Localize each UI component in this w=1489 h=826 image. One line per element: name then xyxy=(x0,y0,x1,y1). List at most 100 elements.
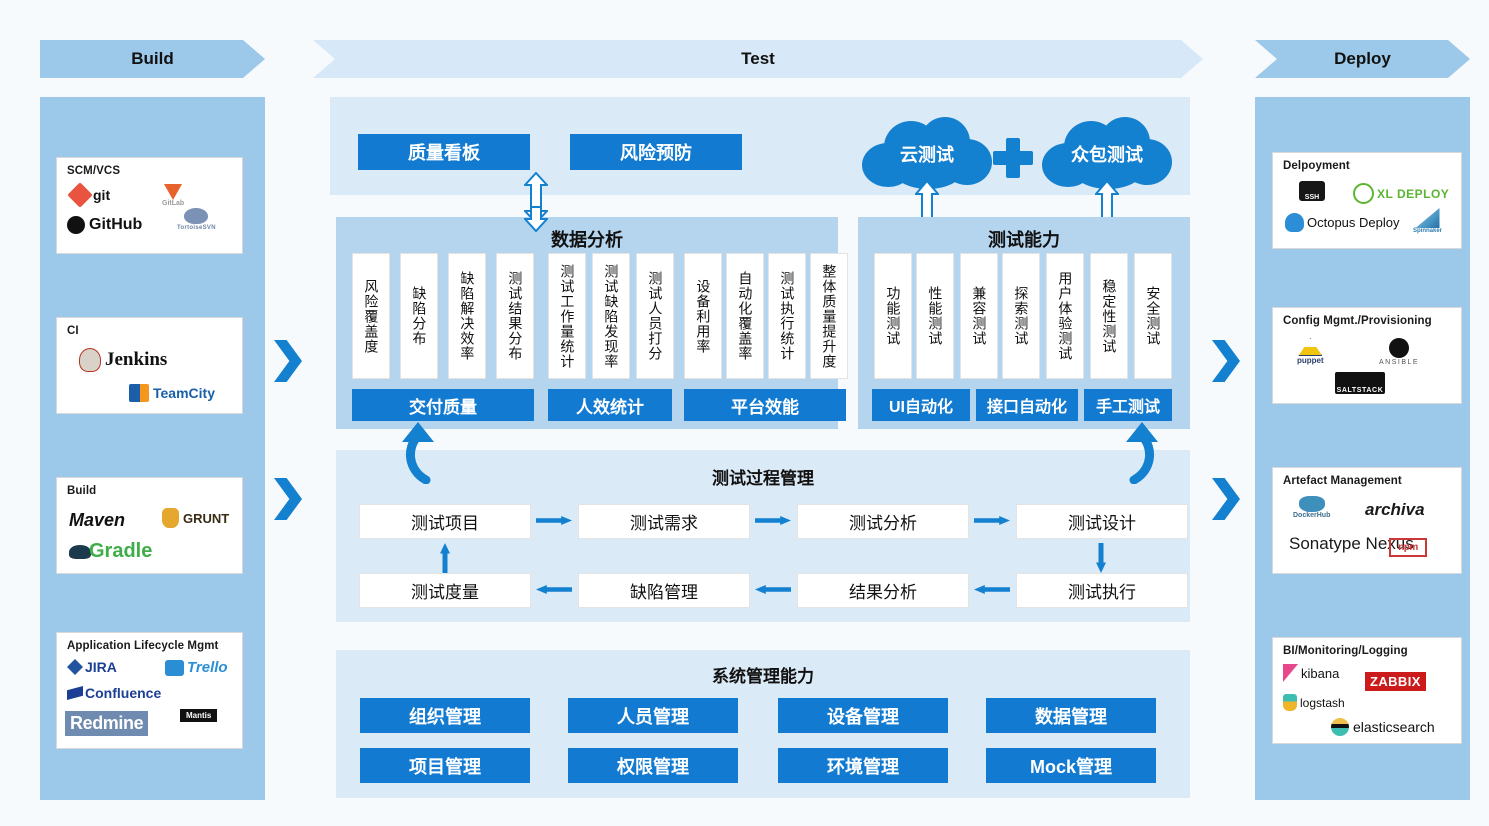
process-box-test-measurement[interactable]: 测试度量 xyxy=(359,573,531,608)
data-item-defect-distribution[interactable]: 缺陷分布 xyxy=(400,253,438,379)
logo-jira: JIRA xyxy=(67,659,117,675)
data-item-risk-coverage[interactable]: 风险覆盖度 xyxy=(352,253,390,379)
logo-npm: npm xyxy=(1389,538,1427,557)
tortoise-icon xyxy=(184,208,209,224)
box-label: 测试设计 xyxy=(1068,514,1136,533)
jenkins-icon xyxy=(79,348,101,372)
logo-label: Gradle xyxy=(89,540,153,562)
tool-card-artefact-mgmt: Artefact Management DockerHub archiva So… xyxy=(1272,467,1462,574)
confluence-icon xyxy=(67,686,83,700)
data-item-automation-coverage[interactable]: 自动化覆盖率 xyxy=(726,253,764,379)
logo-git: git xyxy=(67,182,111,208)
data-item-defect-discovery-rate[interactable]: 测试缺陷发现率 xyxy=(592,253,630,379)
logo-label: Maven xyxy=(69,510,126,530)
puppet-icon xyxy=(1298,338,1323,356)
sysmgmt-box-environment[interactable]: 环境管理 xyxy=(778,748,948,783)
logo-puppet: puppet xyxy=(1297,338,1324,365)
group-manual-testing[interactable]: 手工测试 xyxy=(1084,389,1172,421)
logo-label: SSH xyxy=(1304,194,1320,201)
data-item-test-result-distribution[interactable]: 测试结果分布 xyxy=(496,253,534,379)
data-item-defect-resolution-efficiency[interactable]: 缺陷解决效率 xyxy=(448,253,486,379)
box-label: 组织管理 xyxy=(409,706,481,727)
tool-card-caption: Application Lifecycle Mgmt xyxy=(67,640,219,652)
grunt-icon xyxy=(162,508,179,528)
logo-label: JIRA xyxy=(85,659,117,675)
banner-build: Build xyxy=(40,40,265,78)
box-risk-prevention[interactable]: 风险预防 xyxy=(570,134,742,170)
capability-item-compatibility-testing[interactable]: 兼容测试 xyxy=(960,253,998,379)
box-quality-board[interactable]: 质量看板 xyxy=(358,134,530,170)
data-item-test-workload-statistics[interactable]: 测试工作量统计 xyxy=(548,253,586,379)
item-label: 用户体验测试 xyxy=(1057,271,1074,361)
group-label: 接口自动化 xyxy=(986,399,1067,416)
logo-elasticsearch: elasticsearch xyxy=(1331,718,1435,736)
logo-grunt: GRUNT xyxy=(162,508,229,528)
box-label: Mock管理 xyxy=(1029,756,1112,777)
group-label: UI自动化 xyxy=(888,399,953,416)
item-label: 兼容测试 xyxy=(971,286,988,346)
process-box-defect-management[interactable]: 缺陷管理 xyxy=(578,573,750,608)
box-label: 数据管理 xyxy=(1035,706,1107,727)
sysmgmt-box-permission[interactable]: 权限管理 xyxy=(568,748,738,783)
sysmgmt-box-personnel[interactable]: 人员管理 xyxy=(568,698,738,733)
box-label: 测试项目 xyxy=(411,514,479,533)
arrow-down-data-analysis xyxy=(524,206,548,232)
logo-mantis: Mantis xyxy=(180,709,218,723)
logo-gitlab: GitLab xyxy=(162,184,184,207)
item-label: 测试结果分布 xyxy=(507,271,524,361)
logo-label: Octopus Deploy xyxy=(1307,215,1400,230)
chevron-test-to-deploy-1 xyxy=(1212,340,1240,382)
item-label: 缺陷分布 xyxy=(411,286,428,346)
sysmgmt-box-organization[interactable]: 组织管理 xyxy=(360,698,530,733)
xl-deploy-icon xyxy=(1353,183,1374,204)
data-analysis-title: 数据分析 xyxy=(551,230,623,250)
process-box-test-design[interactable]: 测试设计 xyxy=(1016,504,1188,539)
group-delivery-quality[interactable]: 交付质量 xyxy=(352,389,534,421)
data-item-test-execution-statistics[interactable]: 测试执行统计 xyxy=(768,253,806,379)
group-api-automation[interactable]: 接口自动化 xyxy=(976,389,1078,421)
logo-label: Spinnaker xyxy=(1413,228,1443,234)
capability-item-exploratory-testing[interactable]: 探索测试 xyxy=(1002,253,1040,379)
capability-item-performance-testing[interactable]: 性能测试 xyxy=(916,253,954,379)
teamcity-icon xyxy=(129,384,149,402)
process-box-result-analysis[interactable]: 结果分析 xyxy=(797,573,969,608)
tool-card-caption: BI/Monitoring/Logging xyxy=(1283,645,1408,657)
trello-icon xyxy=(165,659,184,676)
ansible-icon xyxy=(1389,338,1410,358)
tool-card-config-mgmt: Config Mgmt./Provisioning puppet ANSIBLE… xyxy=(1272,307,1462,404)
system-management-title: 系统管理能力 xyxy=(712,667,814,686)
process-management-title: 测试过程管理 xyxy=(712,469,814,488)
sysmgmt-box-mock[interactable]: Mock管理 xyxy=(986,748,1156,783)
cloud-label: 众包测试 xyxy=(1071,145,1143,165)
sysmgmt-box-data[interactable]: 数据管理 xyxy=(986,698,1156,733)
group-ui-automation[interactable]: UI自动化 xyxy=(872,389,970,421)
capability-item-user-experience-testing[interactable]: 用户体验测试 xyxy=(1046,253,1084,379)
process-box-test-execution[interactable]: 测试执行 xyxy=(1016,573,1188,608)
process-box-test-analysis[interactable]: 测试分析 xyxy=(797,504,969,539)
group-efficiency-statistics[interactable]: 人效统计 xyxy=(548,389,672,421)
sysmgmt-box-device[interactable]: 设备管理 xyxy=(778,698,948,733)
box-label: 测试需求 xyxy=(630,514,698,533)
logo-label: XL DEPLOY xyxy=(1377,186,1450,201)
logo-spinnaker: Spinnaker xyxy=(1413,208,1442,234)
group-label: 人效统计 xyxy=(576,397,644,417)
npm-icon: npm xyxy=(1389,538,1427,557)
logo-gradle: Gradle xyxy=(69,540,152,563)
sysmgmt-box-project[interactable]: 项目管理 xyxy=(360,748,530,783)
data-item-overall-quality-improvement[interactable]: 整体质量提升度 xyxy=(810,253,848,379)
process-box-test-project[interactable]: 测试项目 xyxy=(359,504,531,539)
chevron-build-to-test-2 xyxy=(274,478,302,520)
capability-item-functional-testing[interactable]: 功能测试 xyxy=(874,253,912,379)
group-platform-efficiency[interactable]: 平台效能 xyxy=(684,389,846,421)
data-item-tester-scoring[interactable]: 测试人员打分 xyxy=(636,253,674,379)
logo-label: git xyxy=(93,187,111,203)
data-item-device-utilization[interactable]: 设备利用率 xyxy=(684,253,722,379)
logstash-icon xyxy=(1283,694,1297,711)
plus-icon xyxy=(993,138,1033,178)
logo-label: elasticsearch xyxy=(1353,719,1435,735)
tool-card-bi-monitoring: BI/Monitoring/Logging kibana ZABBIX logs… xyxy=(1272,637,1462,744)
tool-card-alm: Application Lifecycle Mgmt JIRA Trello C… xyxy=(56,632,243,749)
capability-item-security-testing[interactable]: 安全测试 xyxy=(1134,253,1172,379)
capability-item-stability-testing[interactable]: 稳定性测试 xyxy=(1090,253,1128,379)
process-box-test-requirement[interactable]: 测试需求 xyxy=(578,504,750,539)
